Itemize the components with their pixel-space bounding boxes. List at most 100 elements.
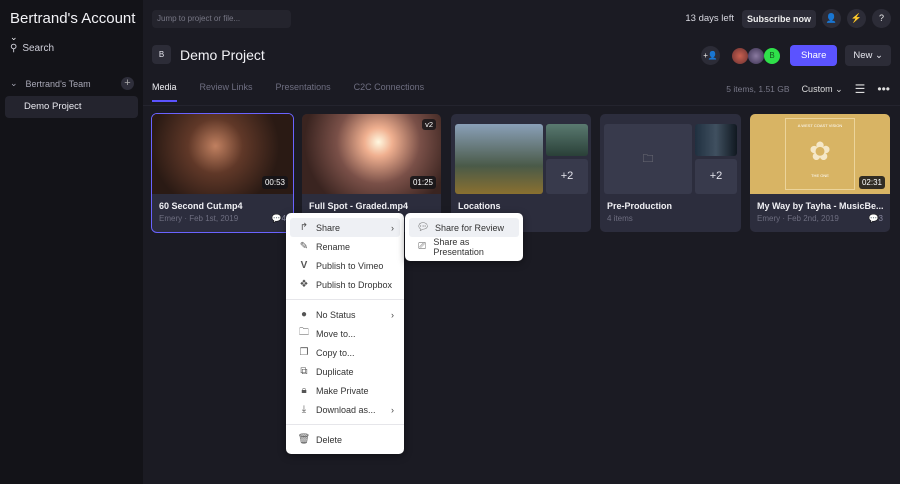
copy-icon: ❐ xyxy=(299,347,309,358)
card-title: Pre-Production xyxy=(607,201,673,211)
card-title: 60 Second Cut.mp4 xyxy=(159,201,243,211)
download-icon: ⤓ xyxy=(301,404,307,415)
folder-card[interactable]: 🗀 +2 Pre-Production 4 items xyxy=(600,114,741,232)
card-title: My Way by Tayha - MusicBe... xyxy=(757,201,884,211)
asset-card[interactable]: 00:53 60 Second Cut.mp4 Emery · Feb 1st,… xyxy=(151,113,294,233)
menu-item-share-for-review[interactable]: 💬︎ Share for Review xyxy=(409,218,519,237)
sort-label: Custom xyxy=(801,83,833,94)
account-switcher[interactable]: Bertrand's Account ⌄ xyxy=(10,10,143,44)
chevron-down-icon: ⌄ xyxy=(875,50,883,61)
team-item[interactable]: ⌄ Bertrand's Team + xyxy=(10,77,134,90)
sidebar-search[interactable]: ⚲ Search xyxy=(10,43,54,54)
tab-review-links[interactable]: Review Links xyxy=(200,82,253,102)
status-dot-icon: ● xyxy=(300,309,308,320)
dropbox-icon: ❖ xyxy=(299,279,309,290)
vimeo-icon: V xyxy=(300,260,308,271)
menu-label: Move to... xyxy=(316,328,356,339)
chevron-down-icon: ⌄ xyxy=(10,78,18,88)
menu-item-make-private[interactable]: 🔒︎ Make Private xyxy=(290,381,400,400)
menu-item-copy[interactable]: ❐ Copy to... xyxy=(290,343,400,362)
subscribe-button[interactable]: Subscribe now xyxy=(741,9,816,28)
comment-count: 💬3 xyxy=(868,214,883,223)
card-meta: 4 items xyxy=(607,214,633,223)
share-icon: ↱ xyxy=(299,222,309,233)
items-summary: 5 items, 1.51 GB xyxy=(726,84,790,94)
avatar[interactable] xyxy=(732,47,749,64)
help-button[interactable]: ? xyxy=(872,9,891,28)
tab-c2c-connections[interactable]: C2C Connections xyxy=(354,82,425,102)
add-collaborator-icon[interactable]: +👤 xyxy=(701,46,721,65)
project-badge: B xyxy=(152,45,171,64)
card-meta: Emery · Feb 1st, 2019 xyxy=(159,214,239,223)
art-text: THE ONE xyxy=(811,173,829,178)
lock-icon: 🔒︎ xyxy=(301,385,307,396)
more-options-icon[interactable]: ••• xyxy=(877,82,890,96)
sort-dropdown[interactable]: Custom ⌄ xyxy=(802,84,843,95)
sidebar-item-demo-project[interactable]: Demo Project xyxy=(5,96,138,118)
sidebar: Bertrand's Account ⌄ ⚲ Search ⌄ Bertrand's… xyxy=(0,0,143,484)
menu-item-duplicate[interactable]: ⧉ Duplicate xyxy=(290,362,400,381)
more-count: +2 xyxy=(546,159,588,194)
page-title: Demo Project xyxy=(180,46,265,63)
pencil-icon: ✎ xyxy=(299,241,309,252)
new-label: New xyxy=(853,50,873,61)
menu-item-status[interactable]: ● No Status › xyxy=(290,305,400,324)
menu-label: Delete xyxy=(316,434,343,445)
menu-item-share-as-presentation[interactable]: ⎚ Share as Presentation xyxy=(409,236,519,257)
thumbnail xyxy=(546,124,588,156)
menu-label: Publish to Vimeo xyxy=(316,260,384,271)
card-title: Full Spot - Graded.mp4 xyxy=(309,201,409,211)
menu-label: Share xyxy=(316,222,341,233)
divider xyxy=(286,299,404,300)
lightning-icon[interactable]: ⚡ xyxy=(847,9,866,28)
new-button[interactable]: New ⌄ xyxy=(845,45,891,66)
tab-media[interactable]: Media xyxy=(152,82,177,102)
menu-item-publish-vimeo[interactable]: V Publish to Vimeo xyxy=(290,256,400,275)
search-label: Search xyxy=(22,43,55,54)
share-button[interactable]: Share xyxy=(790,45,838,66)
share-submenu: 💬︎ Share for Review ⎚ Share as Presentatio… xyxy=(405,213,523,261)
chevron-down-icon: ⌄ xyxy=(10,32,18,42)
menu-label: Copy to... xyxy=(316,347,355,358)
card-title: Locations xyxy=(458,201,501,211)
comment-icon: 💬︎ xyxy=(416,222,430,233)
avatar[interactable]: B xyxy=(764,47,781,64)
card-meta: Emery · Feb 2nd, 2019 xyxy=(757,214,839,223)
version-badge[interactable]: v2 xyxy=(422,119,436,130)
divider xyxy=(286,424,404,425)
menu-item-download[interactable]: ⤓ Download as... › xyxy=(290,400,400,419)
user-icon[interactable]: 👤 xyxy=(822,9,841,28)
add-project-button[interactable]: + xyxy=(121,77,134,90)
chevron-right-icon: › xyxy=(391,309,394,320)
menu-item-delete[interactable]: 🗑︎ Delete xyxy=(290,430,400,449)
rose-icon: ✿ xyxy=(809,136,831,166)
jump-search-input[interactable]: Jump to project or file... xyxy=(152,10,291,28)
comment-count: 💬4 xyxy=(271,214,286,223)
menu-item-move[interactable]: 🗀 Move to... xyxy=(290,324,400,343)
list-view-icon[interactable]: ☰ xyxy=(855,82,866,96)
team-name: Bertrand's Team xyxy=(25,78,91,89)
menu-item-rename[interactable]: ✎ Rename xyxy=(290,237,400,256)
folder-icon: 🗀 xyxy=(604,124,692,194)
menu-label: Share as Presentation xyxy=(433,236,484,257)
search-icon: ⚲ xyxy=(10,43,18,54)
chevron-right-icon: › xyxy=(391,404,394,415)
more-count: +2 xyxy=(695,159,737,194)
duration: 02:31 xyxy=(858,176,885,189)
tab-presentations[interactable]: Presentations xyxy=(276,82,331,102)
menu-label: Share for Review xyxy=(435,222,505,233)
avatar[interactable] xyxy=(748,47,765,64)
asset-card[interactable]: A WEST COAST VISION ✿ THE ONE 02:31 My W… xyxy=(750,114,890,232)
chevron-right-icon: › xyxy=(391,222,394,233)
account-name: Bertrand's Account xyxy=(10,10,136,27)
duplicate-icon: ⧉ xyxy=(300,366,308,377)
move-folder-icon: 🗀 xyxy=(299,327,309,338)
divider xyxy=(143,105,900,106)
thumbnail xyxy=(695,124,737,156)
trial-days-left: 13 days left xyxy=(685,13,734,24)
menu-item-publish-dropbox[interactable]: ❖ Publish to Dropbox xyxy=(290,275,400,294)
duration: 01:25 xyxy=(409,176,436,189)
menu-label: No Status xyxy=(316,309,356,320)
menu-item-share[interactable]: ↱ Share › xyxy=(290,218,400,237)
thumbnail xyxy=(455,124,543,194)
